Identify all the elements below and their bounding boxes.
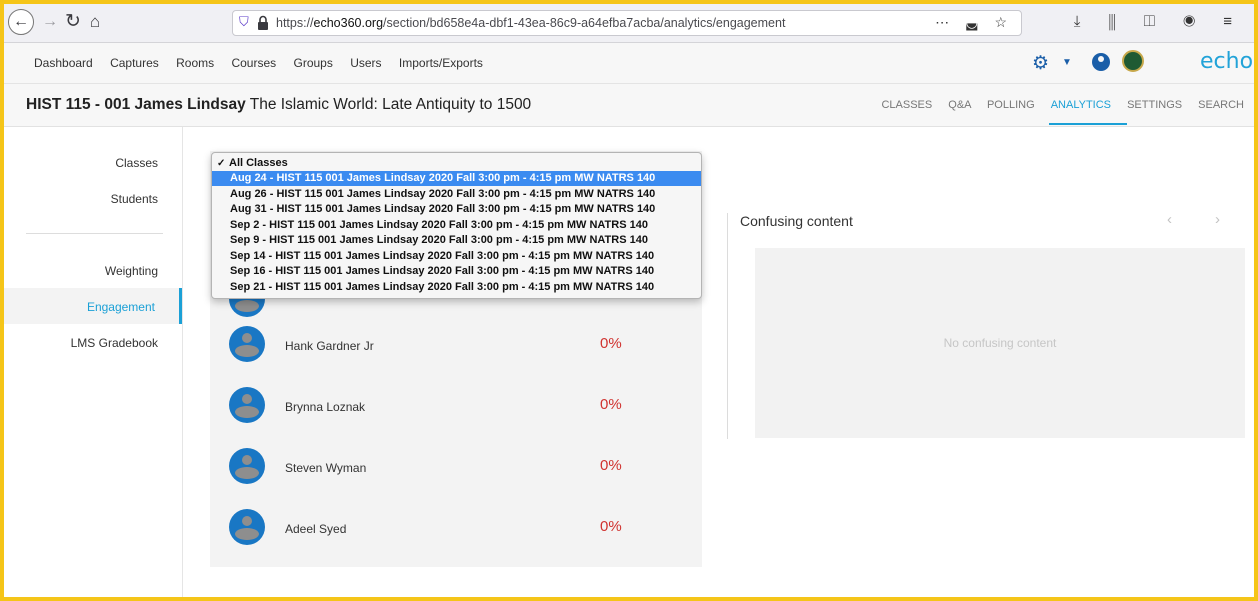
course-title: HIST 115 - 001 James Lindsay The Islamic… [26, 96, 531, 114]
url-path: /section/bd658e4a-dbf1-43ea-86c9-a64efba… [383, 16, 786, 30]
dropdown-option-label: Aug 31 - HIST 115 001 James Lindsay 2020… [230, 203, 656, 215]
back-button[interactable]: ← [8, 9, 34, 35]
dropdown-option[interactable]: Aug 24 - HIST 115 001 James Lindsay 2020… [212, 171, 701, 186]
tab-classes[interactable]: CLASSES [881, 99, 932, 111]
browser-toolbar-icons[interactable]: ⤓ ⫼ ◫ ◉ ≡ [1074, 13, 1244, 30]
nav-link-captures[interactable]: Captures [110, 56, 159, 70]
browser-toolbar: ← → ↻ ⌂ ⛉ https://echo360.org/section/bd… [4, 4, 1254, 43]
tab-settings[interactable]: SETTINGS [1127, 99, 1182, 111]
engagement-percent: 0% [600, 518, 622, 535]
analytics-sidebar: Classes Students Weighting Engagement LM… [4, 127, 183, 597]
confusing-content-title: Confusing content [740, 213, 853, 229]
app-navigation: Dashboard Captures Rooms Courses Groups … [4, 43, 1254, 84]
gear-icon[interactable]: ⚙ [1032, 52, 1049, 75]
nav-link-rooms[interactable]: Rooms [176, 56, 214, 70]
student-name: Hank Gardner Jr [285, 339, 374, 353]
url-prefix: https:// [276, 16, 314, 30]
dropdown-option-label: Sep 14 - HIST 115 001 James Lindsay 2020… [230, 250, 655, 262]
page-actions-icons[interactable]: ⋯ ◛ ☆ [935, 14, 1013, 31]
sidebar-item-weighting[interactable]: Weighting [105, 264, 158, 278]
tab-analytics[interactable]: ANALYTICS [1051, 99, 1111, 111]
tracking-shield-icon[interactable]: ⛉ [239, 14, 249, 30]
avatar-icon [229, 387, 265, 423]
chevron-down-icon[interactable]: ▼ [1062, 57, 1072, 68]
nav-link-users[interactable]: Users [350, 56, 381, 70]
student-row[interactable]: Steven Wyman 0% [210, 436, 702, 496]
screenshot-frame: ← → ↻ ⌂ ⛉ https://echo360.org/section/bd… [0, 0, 1258, 601]
student-name: Brynna Loznak [285, 400, 366, 414]
avatar-icon [229, 448, 265, 484]
dropdown-option[interactable]: Sep 16 - HIST 115 001 James Lindsay 2020… [212, 264, 701, 279]
engagement-percent: 0% [600, 335, 622, 352]
dropdown-option[interactable]: Sep 9 - HIST 115 001 James Lindsay 2020 … [212, 233, 701, 248]
tab-search[interactable]: SEARCH [1198, 99, 1244, 111]
nav-link-courses[interactable]: Courses [231, 56, 276, 70]
nav-link-imports-exports[interactable]: Imports/Exports [399, 56, 483, 70]
dropdown-option-label: Aug 26 - HIST 115 001 James Lindsay 2020… [230, 188, 656, 200]
dropdown-option[interactable]: Sep 21 - HIST 115 001 James Lindsay 2020… [212, 280, 701, 295]
avatar-icon [229, 326, 265, 362]
institution-seal-icon[interactable] [1122, 50, 1144, 72]
nav-link-dashboard[interactable]: Dashboard [34, 56, 93, 70]
student-name: Steven Wyman [285, 461, 367, 475]
nav-link-groups[interactable]: Groups [294, 56, 333, 70]
sidebar-item-students[interactable]: Students [111, 192, 158, 206]
dropdown-option[interactable]: Aug 31 - HIST 115 001 James Lindsay 2020… [212, 202, 701, 217]
class-select-dropdown[interactable]: ✓ All Classes Aug 24 - HIST 115 001 Jame… [211, 152, 702, 299]
student-row[interactable]: Brynna Loznak 0% [210, 375, 702, 435]
student-row[interactable]: Adeel Syed 0% [210, 497, 702, 557]
nav-links: Dashboard Captures Rooms Courses Groups … [34, 56, 497, 70]
course-code: HIST 115 - 001 James Lindsay [26, 96, 246, 113]
echo-logo[interactable]: echo [1200, 49, 1253, 74]
user-icon[interactable] [1092, 53, 1110, 71]
sidebar-item-classes[interactable]: Classes [115, 156, 158, 170]
course-name: The Islamic World: Late Antiquity to 150… [249, 96, 532, 113]
dropdown-option[interactable]: Sep 2 - HIST 115 001 James Lindsay 2020 … [212, 218, 701, 233]
dropdown-option-label: Sep 16 - HIST 115 001 James Lindsay 2020… [230, 265, 655, 277]
tab-polling[interactable]: POLLING [987, 99, 1035, 111]
dropdown-option-all-classes[interactable]: ✓ All Classes [212, 156, 701, 171]
checkmark-icon: ✓ [217, 158, 226, 169]
url-domain: echo360.org [313, 16, 384, 30]
engagement-percent: 0% [600, 396, 622, 413]
dropdown-option[interactable]: Aug 26 - HIST 115 001 James Lindsay 2020… [212, 187, 701, 202]
dropdown-option-label: Aug 24 - HIST 115 001 James Lindsay 2020… [230, 172, 656, 184]
dropdown-option[interactable]: Sep 14 - HIST 115 001 James Lindsay 2020… [212, 249, 701, 264]
confusing-content-empty-text: No confusing content [943, 336, 1057, 350]
chevron-left-icon[interactable]: ‹ [1167, 211, 1172, 228]
address-bar[interactable]: ⛉ https://echo360.org/section/bd658e4a-d… [232, 10, 1022, 36]
student-name: Adeel Syed [285, 522, 347, 536]
dropdown-option-label: Sep 9 - HIST 115 001 James Lindsay 2020 … [230, 234, 648, 246]
dropdown-option-label: All Classes [229, 157, 288, 169]
panel-divider [727, 213, 728, 439]
course-tabs: CLASSES Q&A POLLING ANALYTICS SETTINGS S… [868, 99, 1244, 111]
tab-qa[interactable]: Q&A [948, 99, 971, 111]
home-button[interactable]: ⌂ [82, 9, 108, 35]
sidebar-item-lms-gradebook[interactable]: LMS Gradebook [71, 336, 158, 350]
dropdown-option-label: Sep 2 - HIST 115 001 James Lindsay 2020 … [230, 219, 648, 231]
avatar-icon [229, 509, 265, 545]
dropdown-option-label: Sep 21 - HIST 115 001 James Lindsay 2020… [230, 281, 655, 293]
lock-icon[interactable] [257, 15, 269, 31]
student-row[interactable]: Hank Gardner Jr 0% [210, 314, 702, 374]
course-header: HIST 115 - 001 James Lindsay The Islamic… [4, 84, 1254, 127]
engagement-percent: 0% [600, 457, 622, 474]
confusing-content-panel: No confusing content [755, 248, 1245, 438]
sidebar-item-engagement[interactable]: Engagement [87, 300, 155, 314]
active-tab-indicator [1049, 123, 1127, 125]
url-text: https://echo360.org/section/bd658e4a-dbf… [276, 16, 785, 30]
chevron-right-icon[interactable]: › [1215, 211, 1220, 228]
sidebar-divider [26, 233, 163, 234]
